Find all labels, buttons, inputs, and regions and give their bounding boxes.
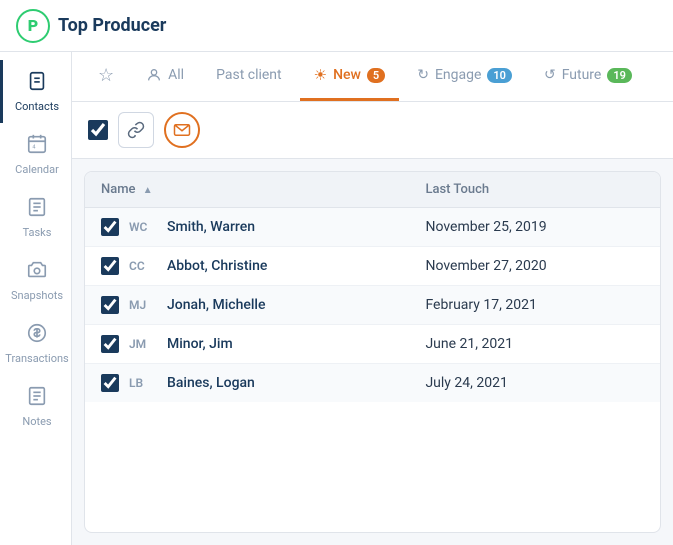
sidebar-item-tasks[interactable]: Tasks xyxy=(0,186,71,249)
sidebar-item-calendar[interactable]: 4 Calendar xyxy=(0,123,71,186)
main-content: ☆ All Past client ☀ New 5 ↻ Engage 10 ↺ … xyxy=(72,52,673,545)
email-button[interactable] xyxy=(164,112,200,148)
table-row: CC Abbot, Christine November 27, 2020 xyxy=(85,247,660,286)
tab-new-label: New xyxy=(333,67,361,83)
tab-past-client[interactable]: Past client xyxy=(202,52,296,101)
last-touch-2: February 17, 2021 xyxy=(409,286,660,325)
tab-future-badge: 19 xyxy=(607,68,632,83)
tasks-icon xyxy=(26,196,48,223)
column-last-touch: Last Touch xyxy=(409,172,660,208)
last-touch-0: November 25, 2019 xyxy=(409,208,660,247)
sidebar-label-tasks: Tasks xyxy=(23,226,52,239)
sidebar-item-notes[interactable]: Notes xyxy=(0,375,71,438)
sidebar-label-notes: Notes xyxy=(22,415,51,428)
sidebar-item-snapshots[interactable]: Snapshots xyxy=(0,249,71,312)
tab-new[interactable]: ☀ New 5 xyxy=(300,52,400,101)
last-touch-3: June 21, 2021 xyxy=(409,325,660,364)
link-icon xyxy=(127,121,145,139)
contact-name-1[interactable]: Abbot, Christine xyxy=(167,258,267,274)
name-cell-0: WC Smith, Warren xyxy=(85,208,409,247)
notes-icon xyxy=(26,385,48,412)
main-layout: Contacts 4 Calendar xyxy=(0,52,673,545)
initials-2: MJ xyxy=(129,298,157,312)
sidebar-label-transactions: Transactions xyxy=(5,352,68,365)
last-touch-4: July 24, 2021 xyxy=(409,364,660,403)
initials-1: CC xyxy=(129,259,157,273)
select-all-checkbox[interactable] xyxy=(88,120,108,140)
table-row: LB Baines, Logan July 24, 2021 xyxy=(85,364,660,403)
tab-future[interactable]: ↺ Future 19 xyxy=(530,52,646,101)
row-checkbox-3[interactable] xyxy=(101,335,119,353)
transactions-icon xyxy=(26,322,48,349)
name-cell-1: CC Abbot, Christine xyxy=(85,247,409,286)
tab-new-badge: 5 xyxy=(367,68,385,83)
tab-past-client-label: Past client xyxy=(216,67,282,83)
link-button[interactable] xyxy=(118,112,154,148)
contact-name-0[interactable]: Smith, Warren xyxy=(167,219,255,235)
snapshots-icon xyxy=(26,259,48,286)
tab-future-label: Future xyxy=(562,67,602,83)
row-checkbox-4[interactable] xyxy=(101,374,119,392)
app-logo: P xyxy=(16,9,50,43)
contact-name-4[interactable]: Baines, Logan xyxy=(167,375,255,391)
sidebar-label-snapshots: Snapshots xyxy=(11,289,63,302)
table-row: MJ Jonah, Michelle February 17, 2021 xyxy=(85,286,660,325)
contact-name-2[interactable]: Jonah, Michelle xyxy=(167,297,266,313)
initials-3: JM xyxy=(129,337,157,351)
column-name-label: Name xyxy=(101,182,136,197)
name-cell-4: LB Baines, Logan xyxy=(85,364,409,403)
tab-engage[interactable]: ↻ Engage 10 xyxy=(403,52,526,101)
row-checkbox-0[interactable] xyxy=(101,218,119,236)
all-icon xyxy=(146,67,162,83)
row-checkbox-1[interactable] xyxy=(101,257,119,275)
column-name[interactable]: Name ▲ xyxy=(85,172,409,208)
tab-engage-badge: 10 xyxy=(487,68,512,83)
table-header: Name ▲ Last Touch xyxy=(85,172,660,208)
future-icon: ↺ xyxy=(544,67,556,83)
sidebar-label-calendar: Calendar xyxy=(15,163,59,176)
calendar-icon: 4 xyxy=(26,133,48,160)
name-cell-3: JM Minor, Jim xyxy=(85,325,409,364)
contacts-table-wrapper: Name ▲ Last Touch WC Smith, Warren Novem… xyxy=(84,171,661,533)
svg-text:4: 4 xyxy=(32,145,35,151)
logo-letter: P xyxy=(28,16,38,35)
initials-0: WC xyxy=(129,220,157,234)
contact-name-3[interactable]: Minor, Jim xyxy=(167,336,233,352)
initials-4: LB xyxy=(129,376,157,390)
star-icon: ☆ xyxy=(98,65,114,86)
sidebar-label-contacts: Contacts xyxy=(15,100,59,113)
column-last-touch-label: Last Touch xyxy=(425,182,489,197)
table-body: WC Smith, Warren November 25, 2019 CC Ab… xyxy=(85,208,660,403)
app-name: Top Producer xyxy=(58,15,166,36)
toolbar xyxy=(72,102,673,159)
contacts-table: Name ▲ Last Touch WC Smith, Warren Novem… xyxy=(85,172,660,402)
tab-all[interactable]: All xyxy=(132,52,198,101)
sort-icon: ▲ xyxy=(143,185,153,196)
sidebar-item-contacts[interactable]: Contacts xyxy=(0,60,71,123)
email-icon xyxy=(173,121,191,139)
tab-all-label: All xyxy=(168,67,184,83)
contacts-icon xyxy=(26,70,48,97)
engage-icon: ↻ xyxy=(417,67,429,83)
sidebar-item-transactions[interactable]: Transactions xyxy=(0,312,71,375)
last-touch-1: November 27, 2020 xyxy=(409,247,660,286)
tab-engage-label: Engage xyxy=(435,67,481,83)
table-row: WC Smith, Warren November 25, 2019 xyxy=(85,208,660,247)
app-header: P Top Producer xyxy=(0,0,673,52)
sidebar: Contacts 4 Calendar xyxy=(0,52,72,545)
table-row: JM Minor, Jim June 21, 2021 xyxy=(85,325,660,364)
sun-icon: ☀ xyxy=(314,66,327,84)
row-checkbox-2[interactable] xyxy=(101,296,119,314)
name-cell-2: MJ Jonah, Michelle xyxy=(85,286,409,325)
tab-bar: ☆ All Past client ☀ New 5 ↻ Engage 10 ↺ … xyxy=(72,52,673,102)
tab-star[interactable]: ☆ xyxy=(84,52,128,101)
